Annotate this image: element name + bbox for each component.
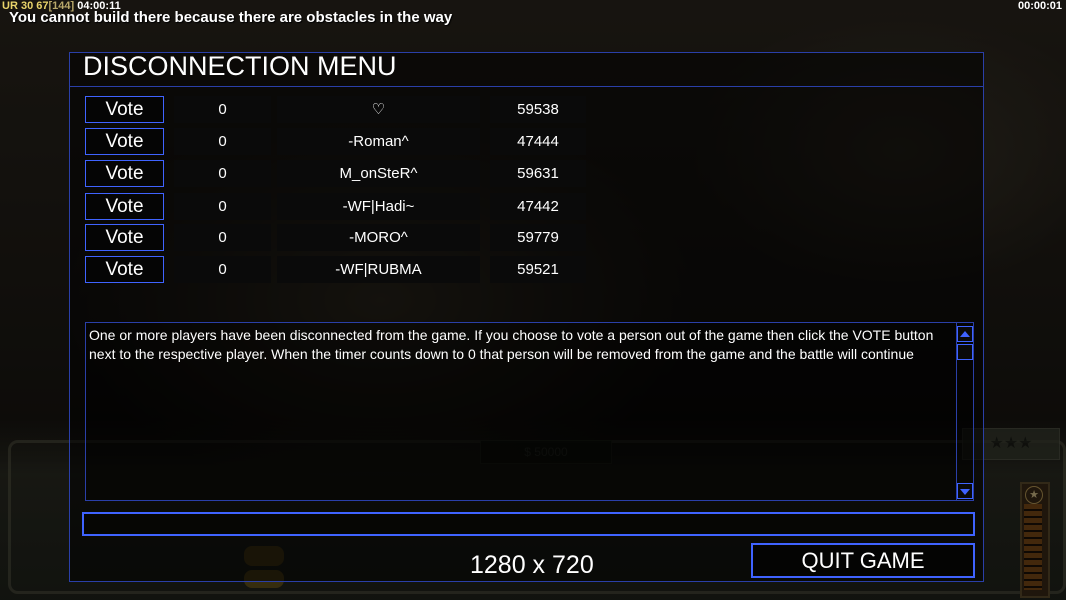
player-name: M_onSteR^: [277, 160, 480, 187]
resolution-label: 1280 x 720: [470, 551, 594, 579]
arrow-up-icon: [960, 331, 970, 337]
scroll-up-button[interactable]: [957, 326, 973, 342]
notification-message: You cannot build there because there are…: [9, 9, 453, 26]
chat-input[interactable]: [82, 512, 975, 536]
info-text: One or more players have been disconnect…: [89, 327, 934, 362]
player-name: ♡: [277, 96, 480, 123]
vote-button[interactable]: Vote: [85, 193, 164, 220]
player-timer: 59521: [490, 256, 586, 283]
vote-button[interactable]: Vote: [85, 224, 164, 251]
player-name: -MORO^: [277, 224, 480, 251]
player-timer: 59631: [490, 160, 586, 187]
player-name: -WF|RUBMA: [277, 256, 480, 283]
vote-count: 0: [174, 224, 271, 251]
menu-title: DISCONNECTION MENU: [83, 51, 397, 81]
session-timer: 00:00:01: [1017, 0, 1062, 12]
quit-game-button[interactable]: QUIT GAME: [751, 543, 975, 578]
vote-button[interactable]: Vote: [85, 160, 164, 187]
vote-button[interactable]: Vote: [85, 128, 164, 155]
player-timer: 47442: [490, 193, 586, 220]
title-divider: [69, 86, 984, 87]
vote-count: 0: [174, 96, 271, 123]
vote-count: 0: [174, 160, 271, 187]
scroll-down-button[interactable]: [957, 483, 973, 499]
player-timer: 59779: [490, 224, 586, 251]
vote-count: 0: [174, 128, 271, 155]
player-name: -Roman^: [277, 128, 480, 155]
scrollbar-thumb[interactable]: [957, 344, 973, 360]
arrow-down-icon: [960, 489, 970, 495]
player-timer: 47444: [490, 128, 586, 155]
vote-button[interactable]: Vote: [85, 96, 164, 123]
vote-button[interactable]: Vote: [85, 256, 164, 283]
vote-count: 0: [174, 256, 271, 283]
vote-count: 0: [174, 193, 271, 220]
player-timer: 59538: [490, 96, 586, 123]
player-name: -WF|Hadi~: [277, 193, 480, 220]
